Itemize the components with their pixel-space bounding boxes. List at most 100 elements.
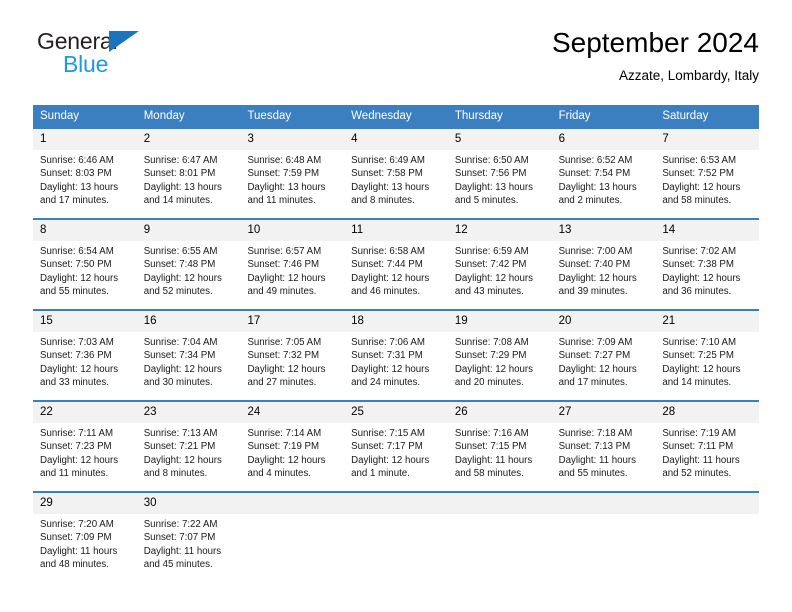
day-cell-empty — [344, 493, 448, 575]
sunrise-text: Sunrise: 7:18 AM — [558, 428, 633, 439]
day-cell[interactable]: 16 Sunrise: 7:04 AM Sunset: 7:34 PM Dayligh… — [136, 311, 241, 393]
day-cell[interactable]: 2 Sunrise: 6:47 AM Sunset: 8:01 PM Daylight… — [136, 129, 241, 211]
day-info: Sunrise: 6:59 AM Sunset: 7:42 PM Daylight:… — [448, 241, 552, 299]
day-cell[interactable]: 28 Sunrise: 7:19 AM Sunset: 7:11 PM Dayligh… — [655, 402, 760, 484]
daylight-text-line1: Daylight: 13 hours — [558, 181, 637, 193]
day-info: Sunrise: 7:03 AM Sunset: 7:36 PM Daylight:… — [33, 332, 137, 390]
sunset-text: Sunset: 7:38 PM — [662, 259, 734, 271]
day-cell[interactable]: 1 Sunrise: 6:46 AM Sunset: 8:03 PM Daylight… — [33, 129, 137, 211]
sunset-text: Sunset: 7:13 PM — [558, 441, 631, 453]
day-number: 21 — [655, 311, 760, 332]
sunrise-text: Sunrise: 7:15 AM — [351, 428, 425, 439]
day-cell-empty — [655, 493, 760, 575]
daylight-text-line1: Daylight: 12 hours — [558, 363, 637, 375]
calendar-grid: Sunday Monday Tuesday Wednesday Thursday… — [33, 105, 760, 575]
sunrise-text: Sunrise: 7:09 AM — [558, 337, 633, 348]
sunset-text: Sunset: 7:54 PM — [558, 168, 631, 180]
sunrise-text: Sunrise: 7:19 AM — [662, 428, 737, 439]
daylight-text-line2: and 46 minutes. — [351, 286, 421, 298]
sunset-text: Sunset: 7:52 PM — [662, 168, 734, 180]
location-subtitle: Azzate, Lombardy, Italy — [618, 68, 759, 83]
day-cell[interactable]: 11 Sunrise: 6:58 AM Sunset: 7:44 PM Dayligh… — [344, 220, 448, 302]
daylight-text-line1: Daylight: 13 hours — [143, 181, 222, 193]
day-info: Sunrise: 7:13 AM Sunset: 7:21 PM Daylight:… — [137, 423, 241, 481]
day-cell[interactable]: 22 Sunrise: 7:11 AM Sunset: 7:23 PM Dayligh… — [33, 402, 137, 484]
sunset-text: Sunset: 7:59 PM — [247, 168, 320, 180]
day-cell-empty — [447, 493, 552, 575]
daylight-text-line2: and 52 minutes. — [143, 286, 213, 298]
day-cell[interactable]: 3 Sunrise: 6:48 AM Sunset: 7:59 PM Daylight… — [240, 129, 345, 211]
day-cell[interactable]: 14 Sunrise: 7:02 AM Sunset: 7:38 PM Dayligh… — [655, 220, 760, 302]
day-number — [447, 493, 552, 514]
sunrise-text: Sunrise: 7:11 AM — [40, 428, 114, 439]
sunset-text: Sunset: 7:09 PM — [40, 532, 112, 544]
day-cell[interactable]: 23 Sunrise: 7:13 AM Sunset: 7:21 PM Dayligh… — [136, 402, 241, 484]
day-cell[interactable]: 17 Sunrise: 7:05 AM Sunset: 7:32 PM Dayligh… — [240, 311, 345, 393]
day-number: 10 — [240, 220, 345, 241]
daylight-text-line1: Daylight: 12 hours — [454, 363, 533, 375]
daylight-text-line1: Daylight: 12 hours — [351, 454, 430, 466]
daylight-text-line2: and 11 minutes. — [247, 195, 316, 207]
day-cell[interactable]: 8 Sunrise: 6:54 AM Sunset: 7:50 PM Daylight… — [33, 220, 137, 302]
page-title: September 2024 — [551, 27, 759, 58]
day-cell[interactable]: 9 Sunrise: 6:55 AM Sunset: 7:48 PM Daylight… — [136, 220, 241, 302]
weekday-header-friday: Friday — [558, 110, 591, 122]
day-cell[interactable]: 10 Sunrise: 6:57 AM Sunset: 7:46 PM Dayligh… — [240, 220, 345, 302]
day-cell[interactable]: 27 Sunrise: 7:18 AM Sunset: 7:13 PM Dayligh… — [551, 402, 656, 484]
day-info: Sunrise: 7:09 AM Sunset: 7:27 PM Daylight:… — [552, 332, 656, 390]
day-cell[interactable]: 20 Sunrise: 7:09 AM Sunset: 7:27 PM Dayligh… — [551, 311, 656, 393]
sunrise-text: Sunrise: 6:57 AM — [247, 246, 322, 257]
weekday-header-sunday: Sunday — [40, 110, 80, 122]
daylight-text-line2: and 1 minute. — [351, 468, 410, 480]
daylight-text-line2: and 55 minutes. — [558, 468, 628, 480]
sunset-text: Sunset: 7:34 PM — [143, 350, 216, 362]
day-info: Sunrise: 7:08 AM Sunset: 7:29 PM Daylight:… — [448, 332, 552, 390]
day-number: 3 — [240, 129, 345, 150]
daylight-text-line1: Daylight: 12 hours — [143, 454, 222, 466]
day-number — [551, 493, 656, 514]
day-cell[interactable]: 4 Sunrise: 6:49 AM Sunset: 7:58 PM Daylight… — [344, 129, 448, 211]
day-cell[interactable]: 7 Sunrise: 6:53 AM Sunset: 7:52 PM Daylight… — [655, 129, 760, 211]
day-cell[interactable]: 15 Sunrise: 7:03 AM Sunset: 7:36 PM Dayligh… — [33, 311, 137, 393]
day-number: 13 — [551, 220, 656, 241]
daylight-text-line2: and 17 minutes. — [40, 195, 109, 207]
daylight-text-line1: Daylight: 11 hours — [143, 545, 222, 557]
sunset-text: Sunset: 7:17 PM — [351, 441, 423, 453]
day-cell[interactable]: 5 Sunrise: 6:50 AM Sunset: 7:56 PM Daylight… — [447, 129, 552, 211]
day-cell[interactable]: 29 Sunrise: 7:20 AM Sunset: 7:09 PM Dayligh… — [33, 493, 137, 575]
daylight-text-line1: Daylight: 12 hours — [662, 181, 741, 193]
week-row: 1 Sunrise: 6:46 AM Sunset: 8:03 PM Daylight… — [33, 129, 760, 211]
day-cell[interactable]: 6 Sunrise: 6:52 AM Sunset: 7:54 PM Daylight… — [551, 129, 656, 211]
general-blue-logo[interactable]: General Blue — [33, 26, 263, 88]
day-cell[interactable]: 21 Sunrise: 7:10 AM Sunset: 7:25 PM Dayligh… — [655, 311, 760, 393]
day-cell[interactable]: 25 Sunrise: 7:15 AM Sunset: 7:17 PM Dayligh… — [344, 402, 448, 484]
week-row: 22 Sunrise: 7:11 AM Sunset: 7:23 PM Dayligh… — [33, 400, 760, 484]
daylight-text-line2: and 43 minutes. — [454, 286, 524, 298]
sunset-text: Sunset: 7:46 PM — [247, 259, 320, 271]
day-number: 16 — [136, 311, 241, 332]
day-cell[interactable]: 19 Sunrise: 7:08 AM Sunset: 7:29 PM Dayligh… — [447, 311, 552, 393]
daylight-text-line2: and 5 minutes. — [454, 195, 519, 207]
daylight-text-line2: and 36 minutes. — [662, 286, 732, 298]
sunset-text: Sunset: 7:50 PM — [40, 259, 112, 271]
day-info: Sunrise: 6:57 AM Sunset: 7:46 PM Daylight:… — [240, 241, 344, 299]
sunrise-text: Sunrise: 6:50 AM — [454, 155, 529, 166]
day-info: Sunrise: 6:46 AM Sunset: 8:03 PM Daylight:… — [33, 150, 137, 208]
day-number: 5 — [447, 129, 552, 150]
day-cell[interactable]: 30 Sunrise: 7:22 AM Sunset: 7:07 PM Dayligh… — [136, 493, 241, 575]
day-cell[interactable]: 24 Sunrise: 7:14 AM Sunset: 7:19 PM Dayligh… — [240, 402, 345, 484]
sunrise-text: Sunrise: 6:55 AM — [143, 246, 218, 257]
day-number: 18 — [344, 311, 448, 332]
day-cell[interactable]: 12 Sunrise: 6:59 AM Sunset: 7:42 PM Dayligh… — [447, 220, 552, 302]
daylight-text-line1: Daylight: 11 hours — [40, 545, 118, 557]
sunset-text: Sunset: 7:48 PM — [143, 259, 216, 271]
day-number: 6 — [551, 129, 656, 150]
day-cell[interactable]: 18 Sunrise: 7:06 AM Sunset: 7:31 PM Dayligh… — [344, 311, 448, 393]
weeks-container: 1 Sunrise: 6:46 AM Sunset: 8:03 PM Daylight… — [33, 129, 760, 575]
sunrise-text: Sunrise: 7:03 AM — [40, 337, 114, 348]
day-cell[interactable]: 13 Sunrise: 7:00 AM Sunset: 7:40 PM Dayligh… — [551, 220, 656, 302]
day-cell[interactable]: 26 Sunrise: 7:16 AM Sunset: 7:15 PM Dayligh… — [447, 402, 552, 484]
sunset-text: Sunset: 7:23 PM — [40, 441, 112, 453]
sunset-text: Sunset: 7:07 PM — [143, 532, 216, 544]
day-number: 14 — [655, 220, 760, 241]
